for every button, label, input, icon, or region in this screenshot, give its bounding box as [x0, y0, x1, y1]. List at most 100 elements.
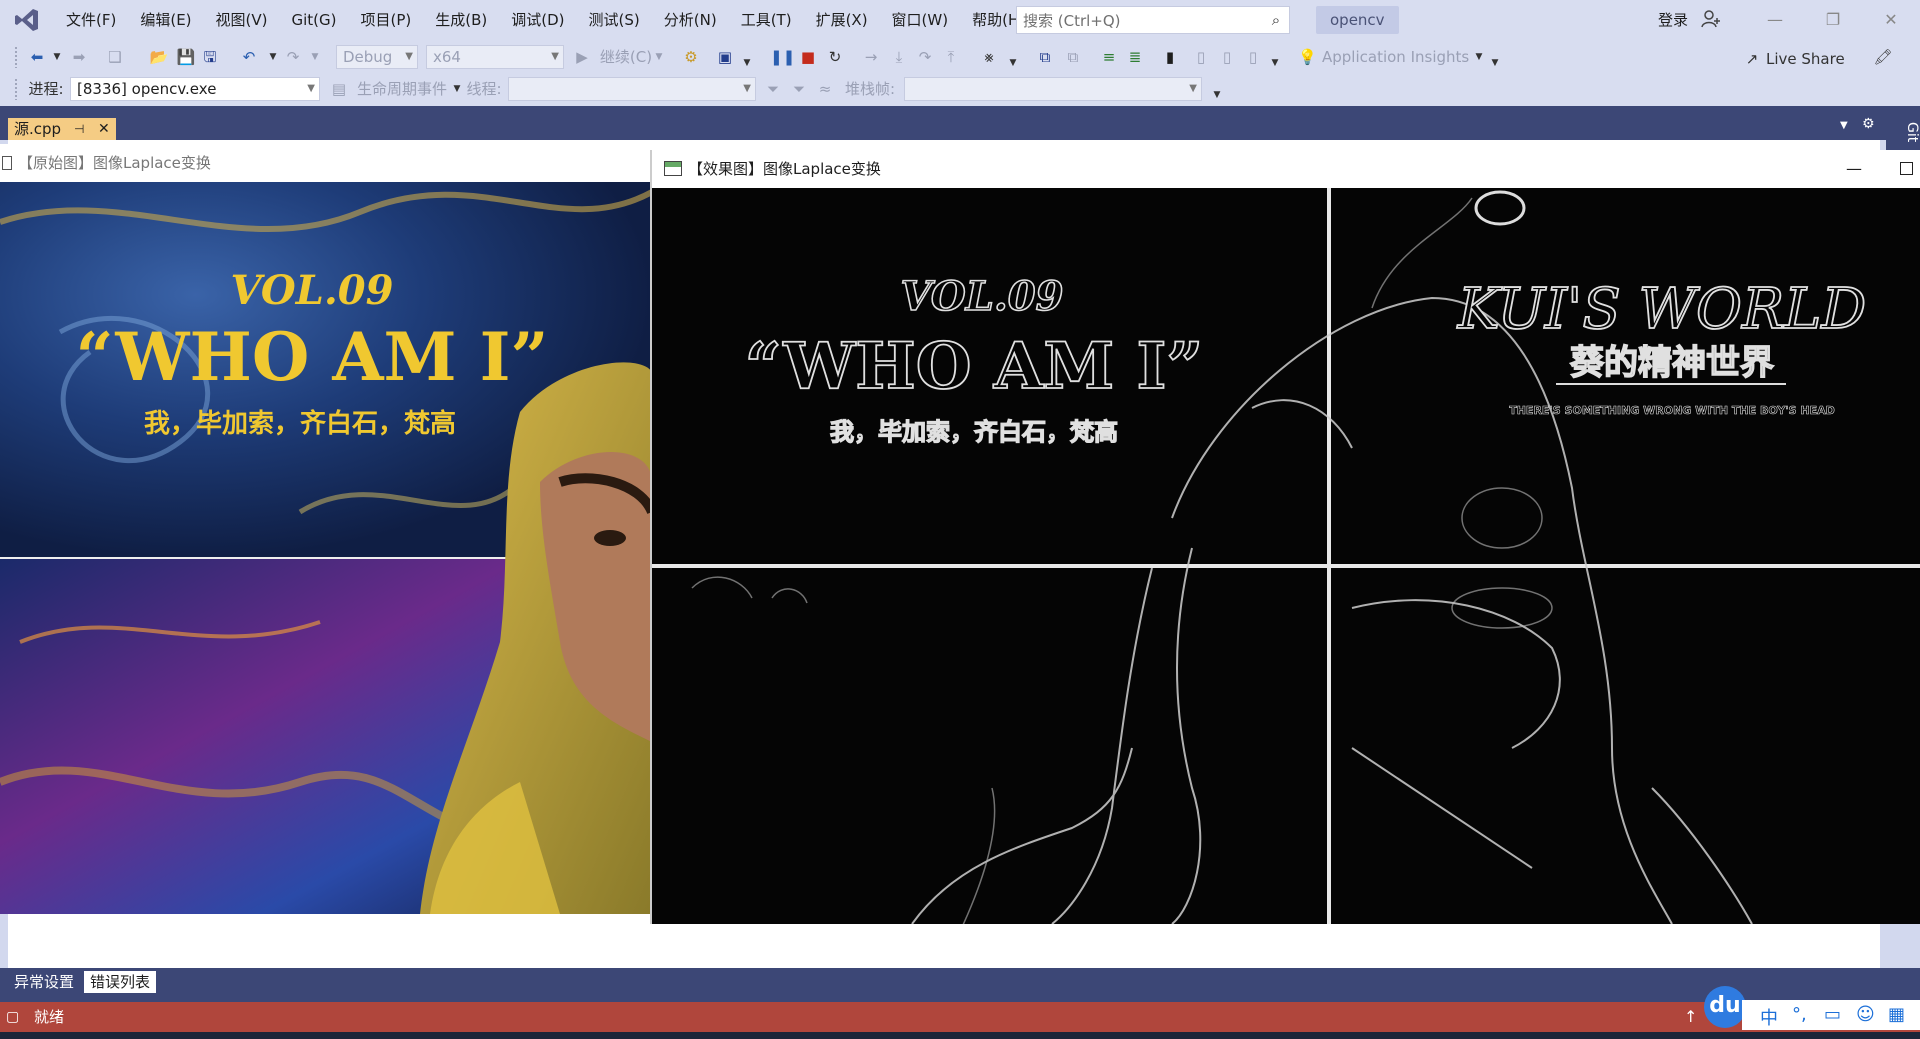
result-brand-tagline-text: THERE'S SOMETHING WRONG WITH THE BOY'S H…	[1509, 404, 1835, 417]
feedback-icon[interactable]: 🖍	[1872, 42, 1894, 72]
lifecycle-dropdown-icon[interactable]: ▼	[452, 74, 462, 104]
continue-play-icon[interactable]: ▶	[574, 42, 590, 72]
step-into-icon[interactable]: ⤓	[888, 42, 910, 72]
toolbar-grip-icon[interactable]	[14, 46, 18, 68]
process-select[interactable]: [8336] opencv.exe ▼	[70, 77, 320, 101]
attach-process-icon[interactable]: ⚙	[680, 42, 702, 72]
app-insights-button[interactable]: Application Insights	[1322, 42, 1472, 72]
menu-tools[interactable]: 工具(T)	[729, 0, 804, 40]
continue-button[interactable]: 继续(C)	[596, 42, 656, 72]
open-file-icon[interactable]: 📂	[148, 42, 170, 72]
tab-source-cpp[interactable]: 源.cpp ⊣ ✕	[8, 118, 116, 140]
menu-window[interactable]: 窗口(W)	[880, 0, 961, 40]
menu-test[interactable]: 测试(S)	[577, 0, 652, 40]
original-image-window[interactable]: 【原始图】图像Laplace变换 VOL.09 “WHO AM I” 我，毕加索…	[0, 144, 652, 914]
lifecycle-events-button[interactable]: 生命周期事件	[352, 74, 452, 104]
result-image-window[interactable]: 【效果图】图像Laplace变换 — VOL.09 “WHO AM I” 我，毕…	[650, 150, 1920, 924]
menu-edit[interactable]: 编辑(E)	[128, 0, 203, 40]
ime-menu-grid-icon[interactable]: ▦	[1888, 1004, 1905, 1025]
next-bookmark-icon[interactable]: ▯	[1216, 42, 1238, 72]
pause-icon[interactable]: ❚❚	[770, 42, 795, 72]
tab-label: 源.cpp	[14, 120, 62, 138]
menu-bar: 文件(F) 编辑(E) 视图(V) Git(G) 项目(P) 生成(B) 调试(…	[0, 0, 1920, 40]
screenshot-icon[interactable]: ▣	[714, 42, 736, 72]
maximize-window-icon[interactable]	[1900, 162, 1913, 175]
show-threads-icon[interactable]: ≈	[816, 74, 834, 104]
live-share-button[interactable]: Live Share	[1766, 44, 1856, 74]
back-dropdown-icon[interactable]: ▼	[52, 42, 62, 72]
comment-lines-icon[interactable]: ≡	[1098, 42, 1120, 72]
gear-icon[interactable]: ⚙	[1862, 116, 1875, 132]
live-share-icon[interactable]: ↗	[1742, 44, 1762, 74]
tab-error-list[interactable]: 错误列表	[84, 971, 157, 993]
document-tab-strip: 源.cpp ⊣ ✕ ▼ ⚙	[0, 106, 1920, 140]
menu-view[interactable]: 视图(V)	[204, 0, 280, 40]
step-out-icon[interactable]: ⤒	[940, 42, 962, 72]
hot-reload-icon[interactable]: ⨳	[978, 42, 1000, 72]
thread-view-icon[interactable]: ⧉	[1034, 42, 1056, 72]
platform-value: x64	[433, 48, 461, 66]
close-tab-icon[interactable]: ✕	[98, 118, 110, 140]
minimize-window-icon[interactable]: —	[1746, 0, 1804, 40]
thread-select[interactable]: ▼	[508, 77, 756, 101]
add-user-icon[interactable]	[1700, 8, 1724, 32]
solution-config-select[interactable]: Debug ▼	[336, 45, 418, 69]
navigate-forward-icon[interactable]: ➡	[68, 42, 90, 72]
ime-punctuation-icon[interactable]: °,	[1792, 1004, 1807, 1025]
toolbar-grip-icon[interactable]	[14, 78, 18, 100]
undo-dropdown-icon[interactable]: ▼	[268, 42, 278, 72]
window-icon	[2, 156, 12, 170]
tab-exception-settings[interactable]: 异常设置	[8, 971, 81, 993]
app-insights-icon[interactable]: 💡	[1298, 42, 1317, 72]
restore-window-icon[interactable]: ❐	[1804, 0, 1862, 40]
continue-dropdown-icon[interactable]: ▼	[654, 42, 664, 72]
redo-dropdown-icon[interactable]: ▼	[310, 42, 320, 72]
search-input[interactable]: 搜索 (Ctrl+Q) ⌕	[1016, 6, 1290, 34]
uncomment-lines-icon[interactable]: ≣	[1124, 42, 1146, 72]
menu-extensions[interactable]: 扩展(X)	[804, 0, 880, 40]
save-icon[interactable]: 💾	[176, 42, 196, 72]
minimize-window-icon[interactable]: —	[1846, 150, 1862, 188]
ime-user-icon[interactable]: ☺	[1856, 1004, 1875, 1025]
menu-file[interactable]: 文件(F)	[54, 0, 128, 40]
menu-project[interactable]: 项目(P)	[349, 0, 424, 40]
status-text: 就绪	[34, 1008, 65, 1026]
publish-arrow-icon[interactable]: ↑	[1684, 1002, 1697, 1032]
menu-git[interactable]: Git(G)	[280, 0, 349, 40]
window-icon	[664, 161, 682, 176]
stack-frame-select[interactable]: ▼	[904, 77, 1202, 101]
login-link[interactable]: 登录	[1658, 0, 1688, 40]
ime-keyboard-icon[interactable]: ▭	[1824, 1004, 1841, 1025]
stop-debugging-icon[interactable]: ■	[798, 42, 818, 72]
new-project-icon[interactable]: ❑	[104, 42, 126, 72]
restart-icon[interactable]: ↻	[824, 42, 846, 72]
baidu-ime-badge[interactable]: du	[1704, 986, 1746, 1028]
orig-vol-text: VOL.09	[231, 267, 394, 314]
pin-tab-icon[interactable]: ⊣	[74, 118, 84, 140]
show-next-statement-icon[interactable]: →	[860, 42, 882, 72]
bookmark-icon[interactable]: ▮	[1160, 42, 1180, 72]
prev-bookmark-icon[interactable]: ▯	[1190, 42, 1212, 72]
menu-analyze[interactable]: 分析(N)	[652, 0, 729, 40]
original-window-title: 【原始图】图像Laplace变换	[18, 154, 211, 172]
clear-bookmarks-icon[interactable]: ▯	[1242, 42, 1264, 72]
flag-threads-icon[interactable]: ⏷	[790, 74, 808, 104]
platform-select[interactable]: x64 ▼	[426, 45, 564, 69]
git-changes-side-tab[interactable]: Git	[1886, 112, 1920, 152]
save-all-icon[interactable]: 🖫	[200, 42, 220, 72]
redo-icon[interactable]: ↷	[282, 42, 304, 72]
filter-threads-icon[interactable]: ⏷	[764, 74, 782, 104]
menu-debug[interactable]: 调试(D)	[499, 0, 576, 40]
disabled-view-icon[interactable]: ⧉	[1062, 42, 1084, 72]
original-window-titlebar[interactable]: 【原始图】图像Laplace变换	[0, 144, 652, 182]
tab-list-dropdown-icon[interactable]: ▼	[1840, 120, 1848, 131]
result-window-titlebar[interactable]: 【效果图】图像Laplace变换 —	[652, 150, 1920, 188]
step-over-icon[interactable]: ↷	[914, 42, 936, 72]
menu-build[interactable]: 生成(B)	[423, 0, 499, 40]
ime-language-toggle[interactable]: 中	[1760, 1004, 1778, 1030]
lifecycle-icon[interactable]: ▤	[330, 74, 348, 104]
app-insights-dropdown-icon[interactable]: ▼	[1474, 42, 1484, 72]
close-window-icon[interactable]: ✕	[1862, 0, 1920, 40]
navigate-back-icon[interactable]: ⬅	[26, 42, 48, 72]
undo-icon[interactable]: ↶	[238, 42, 260, 72]
